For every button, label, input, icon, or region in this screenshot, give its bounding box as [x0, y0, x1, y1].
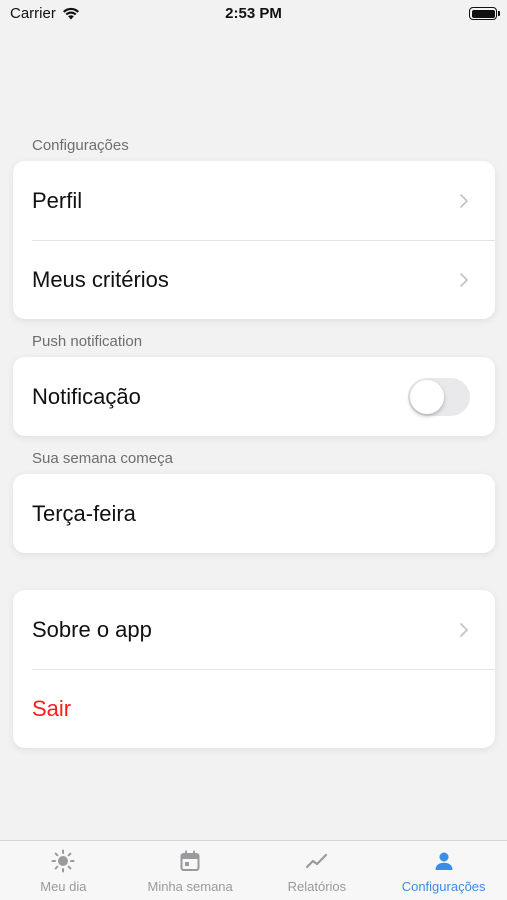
tab-label: Minha semana — [147, 879, 233, 894]
tab-configuracoes[interactable]: Configurações — [380, 841, 507, 900]
card-semana: Terça-feira — [13, 474, 495, 553]
battery-icon — [469, 7, 500, 20]
tab-minha-semana[interactable]: Minha semana — [127, 841, 254, 900]
tab-label: Relatórios — [287, 879, 347, 894]
row-label: Sobre o app — [32, 616, 152, 642]
row-label: Notificação — [32, 383, 141, 409]
row-sobre-o-app[interactable]: Sobre o app — [13, 590, 495, 669]
section-header-push: Push notification — [32, 333, 143, 350]
row-label: Perfil — [32, 187, 83, 213]
row-week-start[interactable]: Terça-feira — [13, 474, 495, 553]
tab-label: Configurações — [401, 879, 486, 894]
chart-line-icon — [305, 853, 327, 869]
row-notificacao: Notificação — [13, 357, 495, 436]
notification-toggle[interactable] — [408, 377, 470, 416]
section-header-semana: Sua semana começa — [32, 450, 173, 467]
chevron-right-icon — [460, 193, 468, 208]
status-bar: Carrier 2:53 PM — [0, 0, 507, 30]
person-icon — [435, 852, 453, 870]
sun-icon — [51, 849, 75, 873]
row-meus-criterios[interactable]: Meus critérios — [13, 240, 495, 319]
card-push: Notificação — [13, 357, 495, 436]
row-label: Meus critérios — [32, 266, 169, 292]
tab-label: Meu dia — [40, 879, 87, 894]
chevron-right-icon — [460, 272, 468, 287]
logout-label: Sair — [32, 695, 72, 721]
card-misc: Sobre o app Sair — [13, 590, 495, 748]
tab-bar: Meu dia Minha semana Relatórios Configur… — [0, 840, 507, 900]
section-header-configuracoes: Configurações — [32, 137, 129, 154]
status-time: 2:53 PM — [225, 5, 282, 22]
toggle-knob — [410, 379, 444, 414]
row-label: Terça-feira — [32, 500, 136, 526]
tab-meu-dia[interactable]: Meu dia — [0, 841, 127, 900]
tab-relatorios[interactable]: Relatórios — [254, 841, 381, 900]
row-sair[interactable]: Sair — [13, 669, 495, 748]
settings-screen: Carrier 2:53 PM Configurações Perfil Meu… — [0, 0, 507, 900]
chevron-right-icon — [460, 622, 468, 637]
row-perfil[interactable]: Perfil — [13, 161, 495, 240]
card-configuracoes: Perfil Meus critérios — [13, 161, 495, 319]
calendar-icon — [180, 850, 200, 871]
